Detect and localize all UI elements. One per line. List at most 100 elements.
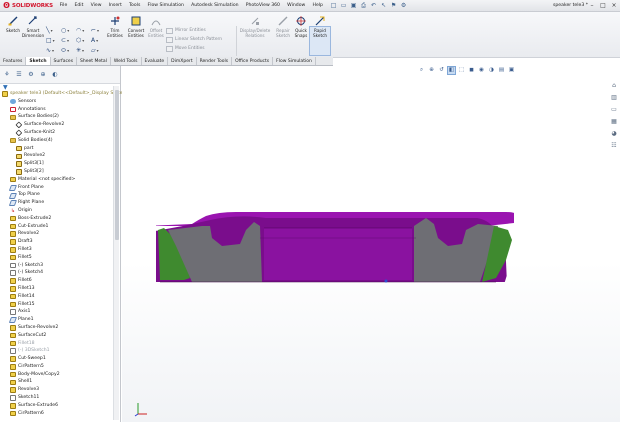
tree-item[interactable]: Plane1 <box>2 316 112 324</box>
zoom-area-icon[interactable]: ⊕ <box>428 67 435 74</box>
tree-item[interactable]: SurfaceCut2 <box>2 332 112 340</box>
tree-item[interactable]: Surface-Extrude6 <box>2 402 112 410</box>
file-explorer-icon[interactable]: ▭ <box>610 106 618 114</box>
tab-flow-simulation[interactable]: Flow Simulation <box>273 57 316 65</box>
tree-item[interactable]: Revolve2 <box>2 152 112 160</box>
custom-properties-icon[interactable]: ☷ <box>610 142 618 150</box>
arc-tool-icon[interactable]: ◠ ▾ <box>76 26 90 35</box>
menu-insert[interactable]: Insert <box>105 0 125 12</box>
tree-item[interactable]: Front Plane <box>2 184 112 192</box>
tab-render-tools[interactable]: Render Tools <box>197 57 233 65</box>
minimize-icon[interactable]: – <box>588 1 596 10</box>
tree-item[interactable]: Fillet5 <box>2 254 112 262</box>
hide-show-items-icon[interactable]: ◉ <box>478 67 485 74</box>
tree-item[interactable]: Fillet15 <box>2 301 112 309</box>
tab-sketch[interactable]: Sketch <box>26 57 51 65</box>
tree-item[interactable]: Surface Bodies(2) <box>2 113 112 121</box>
menu-flow-simulation[interactable]: Flow Simulation <box>144 0 188 12</box>
tree-item[interactable]: Surface-Knit2 <box>2 129 112 137</box>
tree-item[interactable]: Fillet3 <box>2 246 112 254</box>
rectangle-tool-icon[interactable]: □ ▾ <box>46 36 60 45</box>
menu-view[interactable]: View <box>87 0 105 12</box>
tree-root-part[interactable]: speaker tele3 (Default<<Default>_Display… <box>2 90 133 98</box>
new-document-icon[interactable]: □ <box>330 2 338 10</box>
tree-item[interactable]: Surface-Revolve2 <box>2 324 112 332</box>
maximize-icon[interactable]: □ <box>599 1 607 10</box>
text-tool-icon[interactable]: A ▾ <box>91 36 105 45</box>
tree-item[interactable]: Axis1 <box>2 308 112 316</box>
tree-item[interactable]: CirPattern5 <box>2 363 112 371</box>
linear-sketch-pattern-item[interactable]: Linear Sketch Pattern <box>166 35 236 44</box>
menu-tools[interactable]: Tools <box>125 0 144 12</box>
scrollbar-thumb[interactable] <box>115 90 119 240</box>
tree-item[interactable]: Revolve2 <box>2 230 112 238</box>
plane-tool-icon[interactable]: ▱ ▾ <box>91 46 105 55</box>
convert-entities-button[interactable]: Convert Entities <box>125 14 147 56</box>
tree-item[interactable]: (-) Sketch3 <box>2 262 112 270</box>
view-settings-icon[interactable]: ▣ <box>508 67 515 74</box>
menu-file[interactable]: File <box>56 0 71 12</box>
tab-dimxpert[interactable]: DimXpert <box>168 57 197 65</box>
dimxpert-tab-icon[interactable]: ⊕ <box>39 71 47 79</box>
menu-photoview-360[interactable]: PhotoView 360 <box>242 0 283 12</box>
point-tool-icon[interactable]: ✳ ▾ <box>76 46 90 55</box>
tree-item[interactable]: Fillet6 <box>2 277 112 285</box>
tree-item[interactable]: Material <not specified> <box>2 176 112 184</box>
view-orientation-icon[interactable]: ⬚ <box>458 67 465 74</box>
view-palette-icon[interactable]: ▦ <box>610 118 618 126</box>
tree-item[interactable]: Fillet18 <box>2 340 112 348</box>
tree-item[interactable]: (-) 3DSketch1 <box>2 347 112 355</box>
sketch-button[interactable]: Sketch <box>2 14 24 56</box>
tab-weld-tools[interactable]: Weld Tools <box>111 57 142 65</box>
select-icon[interactable]: ↖ <box>380 2 388 10</box>
section-view-icon[interactable]: ◧ <box>447 66 456 75</box>
polygon-tool-icon[interactable]: ⬡ ▾ <box>76 36 90 45</box>
property-manager-tab-icon[interactable]: ☰ <box>15 71 23 79</box>
smart-dimension-button[interactable]: Smart Dimension <box>22 14 44 56</box>
ellipse-tool-icon[interactable]: ⬭ ▾ <box>61 46 75 55</box>
menu-window[interactable]: Window <box>284 0 309 12</box>
tree-item[interactable]: Fillet14 <box>2 293 112 301</box>
offset-entities-button[interactable]: Offset Entities <box>145 14 167 56</box>
spline-tool-icon[interactable]: ∿ ▾ <box>46 46 60 55</box>
move-entities-item[interactable]: Move Entities <box>166 44 236 53</box>
tab-features[interactable]: Features <box>0 57 27 65</box>
tree-item[interactable]: Top Plane <box>2 191 112 199</box>
tree-item[interactable]: Cut-Extrude1 <box>2 223 112 231</box>
slot-tool-icon[interactable]: ⊂ ▾ <box>61 36 75 45</box>
tree-item[interactable]: Solid Bodies(4) <box>2 137 112 145</box>
speaker-part-section-model[interactable] <box>156 204 514 309</box>
options-icon[interactable]: ⚙ <box>400 2 408 10</box>
edit-appearance-icon[interactable]: ◑ <box>488 67 495 74</box>
print-icon[interactable]: ⎙ <box>360 2 368 10</box>
trim-entities-button[interactable]: Trim Entities <box>104 14 126 56</box>
zoom-to-fit-icon[interactable]: ⌕ <box>418 67 425 74</box>
tree-item[interactable]: Split3[2] <box>2 168 112 176</box>
solidworks-logo[interactable]: Ꙩ SOLIDWORKS <box>0 0 56 12</box>
tree-item[interactable]: Surface-Revolve2 <box>2 121 112 129</box>
tree-item[interactable]: Cut-Sweep1 <box>2 355 112 363</box>
tab-evaluate[interactable]: Evaluate <box>142 57 169 65</box>
rapid-sketch-button[interactable]: Rapid Sketch <box>309 14 331 56</box>
tree-item[interactable]: (-) Sketch4 <box>2 269 112 277</box>
save-icon[interactable]: ▣ <box>350 2 358 10</box>
tree-scrollbar[interactable] <box>113 86 119 420</box>
appearances-icon[interactable]: ◕ <box>610 130 618 138</box>
resources-icon[interactable]: ⌂ <box>610 82 618 90</box>
previous-view-icon[interactable]: ↺ <box>438 67 445 74</box>
configuration-tab-icon[interactable]: ⚙ <box>27 71 35 79</box>
tab-sheet-metal[interactable]: Sheet Metal <box>77 57 111 65</box>
tree-item[interactable]: part <box>2 145 112 153</box>
open-icon[interactable]: ▭ <box>340 2 348 10</box>
tree-item[interactable]: Revolve3 <box>2 386 112 394</box>
menu-help[interactable]: Help <box>309 0 327 12</box>
tree-item[interactable]: CirPattern6 <box>2 410 112 418</box>
rebuild-icon[interactable]: ⚑ <box>390 2 398 10</box>
fillet-tool-icon[interactable]: ⌐ ▾ <box>91 26 105 35</box>
tree-item[interactable]: ↳ Origin <box>2 207 112 215</box>
tab-office-products[interactable]: Office Products <box>232 57 274 65</box>
graphics-viewport[interactable]: ⌕ ⊕ ↺ ◧ ⬚ ◼ ◉ ◑ ▤ ▣ ⌂ ▥ ▭ ▦ ◕ ☷ <box>122 66 620 422</box>
menu-autodesk-simulation[interactable]: Autodesk Simulation <box>188 0 243 12</box>
tab-surfaces[interactable]: Surfaces <box>51 57 78 65</box>
tree-item[interactable]: Split3[1] <box>2 160 112 168</box>
